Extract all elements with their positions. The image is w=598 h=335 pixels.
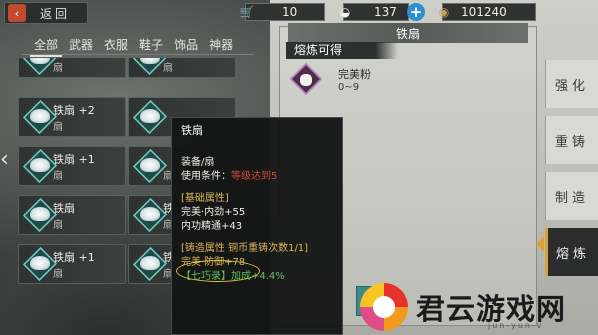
fan-icon <box>140 109 160 123</box>
back-arrow-icon: ‹ <box>8 4 26 22</box>
item-card[interactable]: 铁扇 +1 扇 <box>18 244 126 284</box>
item-card[interactable]: 扇 <box>18 58 126 78</box>
cart-value: 10 <box>282 5 298 19</box>
item-name: 铁扇 +1 <box>53 153 95 166</box>
item-tooltip: 铁扇 装备/扇 使用条件：等级达到5 [基础属性] 完美·内劲+55 内功精通+… <box>171 117 343 335</box>
cart-icon: 🛒 <box>239 5 255 19</box>
tab-divider <box>22 54 254 55</box>
back-label: 返回 <box>40 6 71 21</box>
fan-icon <box>30 158 50 172</box>
basic-attr-line: 内功精通+43 <box>181 221 243 232</box>
item-card[interactable]: 扇 <box>128 58 236 78</box>
item-name: 铁扇 +2 <box>53 104 95 117</box>
item-card[interactable]: 铁扇 扇 <box>18 195 126 235</box>
tooltip-title: 铁扇 <box>181 124 203 137</box>
item-type: 扇 <box>53 63 63 74</box>
side-tab-enhance[interactable]: 强化 <box>545 60 598 108</box>
active-tab-arrow-icon <box>536 236 544 252</box>
coin-icon: ◉ <box>438 5 450 19</box>
coin-value: 101240 <box>461 5 507 19</box>
side-tab-smelt[interactable]: 熔炼 <box>545 228 598 276</box>
item-card[interactable]: 铁扇 +2 扇 <box>18 97 126 137</box>
smelt-yield-label: 熔炼可得 <box>286 42 398 59</box>
add-silver-button[interactable]: + <box>407 3 425 21</box>
fan-icon <box>140 207 160 221</box>
fan-icon <box>30 256 50 270</box>
item-type: 扇 <box>53 220 63 231</box>
item-type: 扇 <box>53 171 63 182</box>
item-type: 扇 <box>53 122 63 133</box>
fan-icon <box>140 158 160 172</box>
coin-resource: ◉ 101240 <box>439 3 536 21</box>
silver-value: 137 <box>374 5 397 19</box>
basic-attr-header: [基础属性] <box>181 193 229 204</box>
powder-icon <box>300 74 312 86</box>
panel-title: 铁扇 <box>288 23 528 43</box>
silver-resource: ◒ 137 <box>340 3 409 21</box>
back-button[interactable]: ‹ 返回 <box>4 2 88 24</box>
tooltip-equip-type: 装备/扇 <box>181 157 215 168</box>
cart-resource: 🛒 10 <box>240 3 325 21</box>
item-type: 扇 <box>53 269 63 280</box>
silver-ingot-icon: ◒ <box>339 5 351 19</box>
item-card[interactable]: 铁扇 +1 扇 <box>18 146 126 186</box>
watermark: 君云游戏网 <box>360 278 598 335</box>
item-type: 扇 <box>163 63 173 74</box>
side-tab-reforge[interactable]: 重铸 <box>545 116 598 164</box>
forge-attr-header: [铸造属性 铜币重铸次数1/1] <box>181 243 309 254</box>
fan-icon <box>30 207 50 221</box>
side-tab-craft[interactable]: 制造 <box>545 172 598 220</box>
result-item-range: 0~9 <box>338 82 360 93</box>
item-name: 铁扇 +1 <box>53 251 95 264</box>
watermark-subtext: jun-yun-v <box>488 321 544 330</box>
result-item-name: 完美粉 <box>338 68 371 81</box>
use-condition-label: 使用条件： <box>181 171 231 182</box>
fan-icon <box>30 109 50 123</box>
scroll-left-arrow-icon[interactable]: ‹ <box>0 140 12 180</box>
basic-attr-line: 完美·内劲+55 <box>181 207 246 218</box>
watermark-logo-icon <box>360 282 408 331</box>
tooltip-use-condition: 使用条件：等级达到5 <box>181 170 333 184</box>
highlight-ring <box>176 260 260 282</box>
item-name: 铁扇 <box>53 202 75 215</box>
fan-icon <box>140 256 160 270</box>
use-condition-value: 等级达到5 <box>231 171 278 182</box>
